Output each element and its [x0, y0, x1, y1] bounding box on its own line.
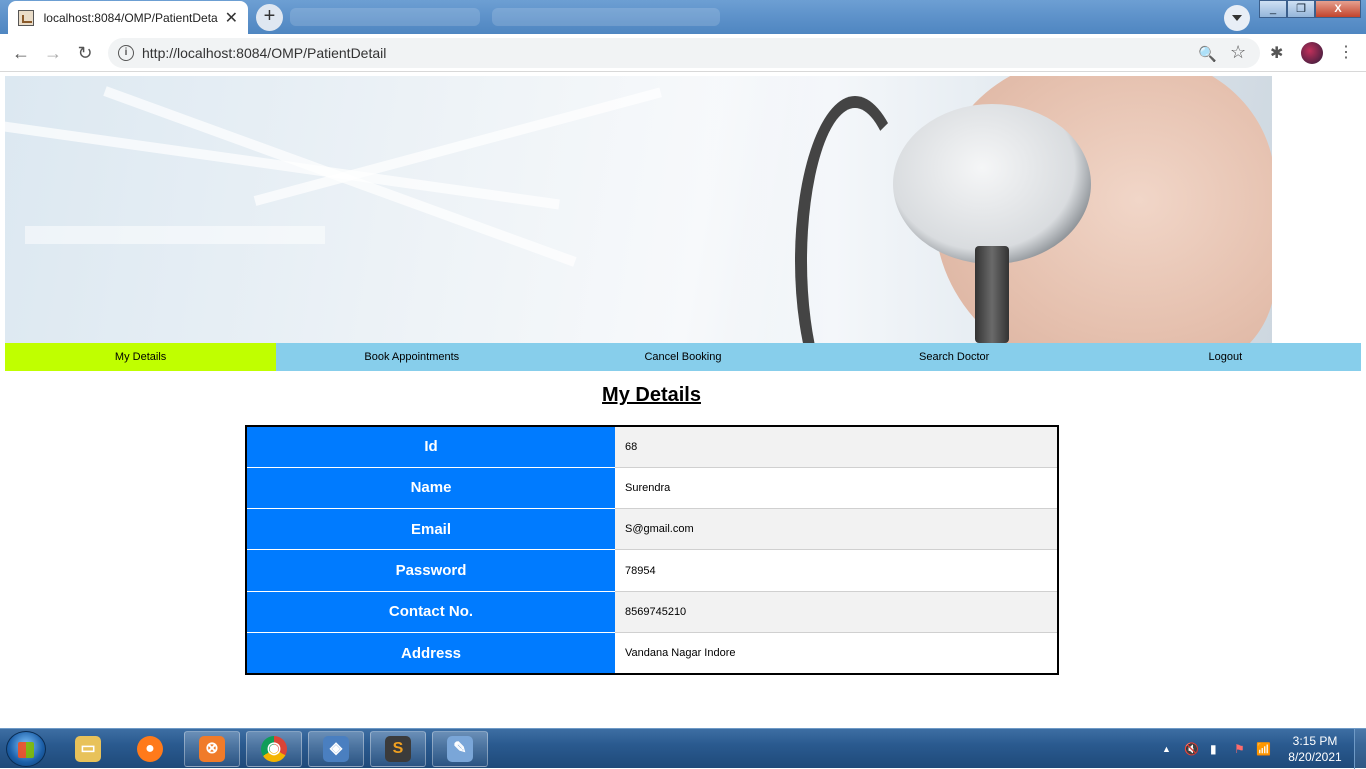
row-value: S@gmail.com — [615, 508, 1058, 551]
row-label: Contact No. — [246, 591, 615, 634]
main-nav: My Details Book Appointments Cancel Book… — [5, 343, 1361, 371]
windows-taskbar: ▭ ● ⊗ ◉ ◈ S ✎ ▲ 🔇 ▮ ⚑ 📶 3:15 PM 8/20/202… — [0, 728, 1366, 769]
close-window-button[interactable]: X — [1315, 0, 1361, 18]
clock-date: 8/20/2021 — [1288, 750, 1342, 764]
forward-button[interactable]: → — [42, 42, 64, 64]
minimize-button[interactable]: _ — [1259, 0, 1287, 18]
new-tab-button[interactable]: + — [256, 4, 283, 31]
taskbar-app-explorer[interactable]: ▭ — [60, 731, 116, 767]
bookmark-star-icon[interactable]: ☆ — [1230, 42, 1246, 63]
address-url[interactable]: http://localhost:8084/OMP/PatientDetail — [142, 45, 386, 61]
browser-tab-active[interactable]: localhost:8084/OMP/PatientDeta ✕ — [8, 1, 248, 34]
paint-icon: ✎ — [447, 736, 473, 762]
header-banner-image — [5, 76, 1272, 343]
chrome-icon: ◉ — [261, 736, 287, 762]
table-row: Id 68 — [246, 426, 1058, 468]
table-row: Password 78954 — [246, 549, 1058, 592]
patient-details-table: Id 68 Name Surendra Email S@gmail.com Pa… — [245, 425, 1059, 675]
background-tab[interactable] — [290, 8, 480, 26]
wifi-signal-icon[interactable]: 📶 — [1256, 729, 1271, 769]
nav-book-appointments[interactable]: Book Appointments — [276, 343, 547, 371]
site-info-icon[interactable]: i — [118, 45, 134, 61]
page-title: My Details — [602, 384, 701, 406]
row-value: 78954 — [615, 549, 1058, 592]
row-label: Email — [246, 508, 615, 551]
nav-search-doctor[interactable]: Search Doctor — [819, 343, 1090, 371]
row-value: Vandana Nagar Indore — [615, 632, 1058, 674]
tab-search-button[interactable] — [1224, 5, 1250, 31]
row-label: Name — [246, 467, 615, 510]
reload-button[interactable]: ↻ — [74, 42, 96, 64]
taskbar-app-chrome[interactable]: ◉ — [246, 731, 302, 767]
taskbar-app-paint[interactable]: ✎ — [432, 731, 488, 767]
clock-time: 3:15 PM — [1292, 734, 1338, 748]
stethoscope-image — [893, 104, 1091, 264]
firefox-icon: ● — [137, 736, 163, 762]
row-value: Surendra — [615, 467, 1058, 510]
address-bar[interactable]: i http://localhost:8084/OMP/PatientDetai… — [108, 38, 1260, 68]
table-row: Address Vandana Nagar Indore — [246, 632, 1058, 674]
start-button[interactable] — [6, 731, 46, 767]
extensions-icon[interactable]: ✱ — [1270, 43, 1283, 63]
virtualbox-icon: ◈ — [323, 736, 349, 762]
maximize-button[interactable]: ❐ — [1287, 0, 1315, 18]
table-row: Contact No. 8569745210 — [246, 591, 1058, 634]
taskbar-app-virtualbox[interactable]: ◈ — [308, 731, 364, 767]
zoom-icon[interactable]: 🔍 — [1198, 45, 1217, 63]
window-controls: _ ❐ X — [1259, 0, 1361, 18]
nav-cancel-booking[interactable]: Cancel Booking — [547, 343, 818, 371]
show-hidden-icons-button[interactable]: ▲ — [1162, 729, 1171, 769]
table-row: Email S@gmail.com — [246, 508, 1058, 551]
system-clock[interactable]: 3:15 PM 8/20/2021 — [1280, 733, 1350, 765]
row-label: Id — [246, 426, 615, 468]
chevron-up-icon: ▲ — [1162, 744, 1171, 754]
action-center-flag-icon[interactable]: ⚑ — [1234, 729, 1245, 769]
browser-title-bar: localhost:8084/OMP/PatientDeta ✕ + _ ❐ X — [0, 0, 1366, 34]
taskbar-app-xampp[interactable]: ⊗ — [184, 731, 240, 767]
tab-favicon-icon — [18, 9, 34, 26]
volume-muted-icon[interactable]: 🔇 — [1184, 729, 1199, 769]
row-value: 8569745210 — [615, 591, 1058, 634]
show-desktop-button[interactable] — [1354, 729, 1366, 769]
nav-logout[interactable]: Logout — [1090, 343, 1361, 371]
table-row: Name Surendra — [246, 467, 1058, 510]
browser-menu-icon[interactable]: ⋮ — [1338, 42, 1354, 64]
tab-title: localhost:8084/OMP/PatientDeta — [43, 10, 218, 25]
row-label: Password — [246, 549, 615, 592]
browser-toolbar: ← → ↻ i http://localhost:8084/OMP/Patien… — [0, 34, 1366, 72]
nav-my-details[interactable]: My Details — [5, 343, 277, 371]
row-label: Address — [246, 632, 615, 674]
file-explorer-icon: ▭ — [75, 736, 101, 762]
sublime-text-icon: S — [385, 736, 411, 762]
back-button[interactable]: ← — [10, 42, 32, 64]
profile-avatar[interactable] — [1301, 42, 1323, 64]
network-icon[interactable]: ▮ — [1210, 729, 1217, 769]
background-tab[interactable] — [492, 8, 720, 26]
xampp-icon: ⊗ — [199, 736, 225, 762]
taskbar-app-firefox[interactable]: ● — [122, 731, 178, 767]
taskbar-app-sublime[interactable]: S — [370, 731, 426, 767]
row-value: 68 — [615, 426, 1058, 468]
tab-close-icon[interactable]: ✕ — [225, 8, 238, 28]
